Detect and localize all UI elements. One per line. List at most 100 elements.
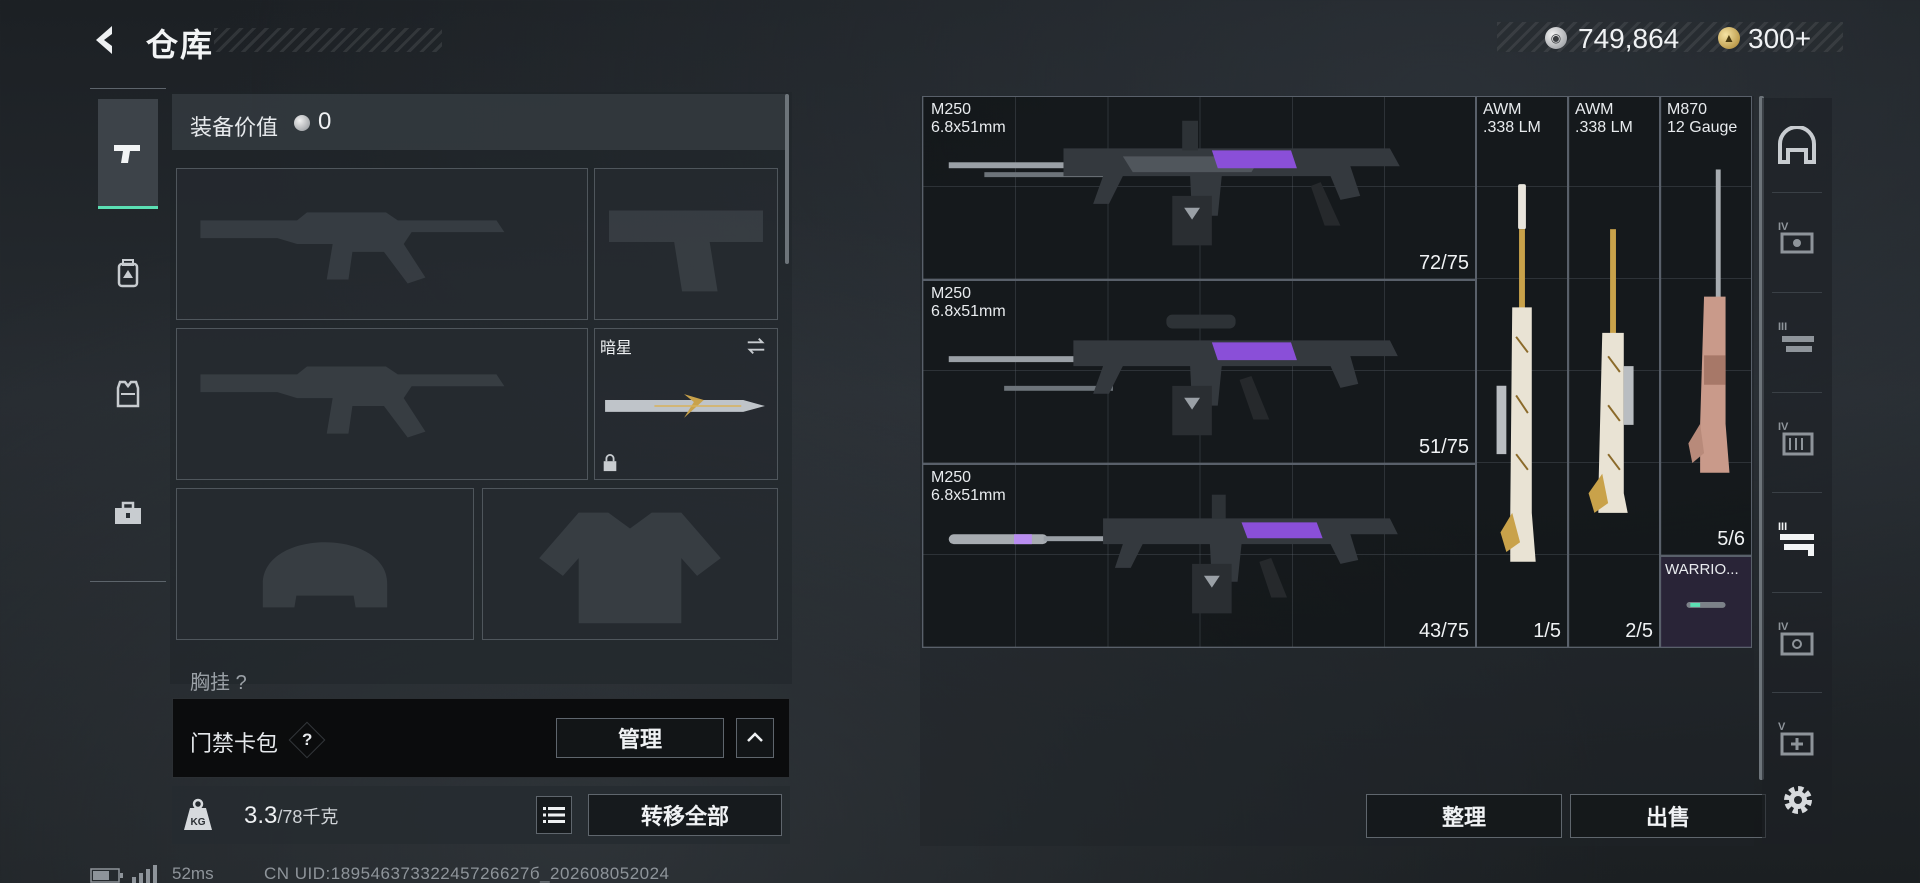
item-caliber: 6.8x51mm xyxy=(931,487,1006,504)
page-title: 仓库 xyxy=(146,27,215,63)
stash-item-awm-2[interactable]: AWM .338 LM 2/5 xyxy=(1568,96,1660,648)
settings-gear-icon[interactable] xyxy=(1776,778,1820,822)
vest-icon xyxy=(116,380,140,408)
svg-text:IV: IV xyxy=(1778,621,1789,633)
sidearm-slot[interactable] xyxy=(594,168,778,320)
battery-icon xyxy=(90,868,124,883)
nav-toolbox[interactable] xyxy=(98,459,158,569)
transfer-all-button[interactable]: 转移全部 xyxy=(588,794,782,836)
chest-rig-label-text: 胸挂 xyxy=(190,672,230,694)
medkit-tier-icon: V xyxy=(1778,721,1814,756)
help-symbol: ? xyxy=(301,729,313,749)
weight-kg-icon: KG xyxy=(180,796,216,832)
pistol-icon xyxy=(114,144,140,163)
chevron-up-icon xyxy=(747,732,763,742)
item-name: M250 6.8x51mm xyxy=(931,101,1006,137)
stash-item-awm-1[interactable]: AWM .338 LM 1/5 xyxy=(1476,96,1568,648)
list-view-button[interactable] xyxy=(536,796,572,834)
rack-tier-icon: III xyxy=(1778,321,1814,352)
item-caliber: 6.8x51mm xyxy=(931,303,1006,320)
rail-item-crate[interactable]: IV xyxy=(1772,214,1822,264)
svg-text:V: V xyxy=(1778,721,1786,733)
rifle-silhouette-icon xyxy=(200,366,505,438)
signal-strength-icon xyxy=(132,864,158,883)
svg-text:III: III xyxy=(1778,321,1787,333)
rifle-silhouette-icon xyxy=(200,212,505,284)
stash-item-warrior[interactable]: WARRIO... xyxy=(1660,556,1752,648)
chest-rig-label: 胸挂 ? xyxy=(190,666,247,695)
helmet-silhouette-icon xyxy=(262,542,388,608)
ping-readout: 52ms xyxy=(172,864,214,883)
primary-weapon-slot-1[interactable] xyxy=(176,168,588,320)
rail-item-medkit[interactable]: V xyxy=(1772,714,1822,764)
silver-coin-icon: ◉ xyxy=(1545,27,1567,49)
rail-item-weapon-rack-active[interactable]: III xyxy=(1772,514,1822,564)
item-name-text: M250 xyxy=(931,469,972,486)
m250-weapon-icon xyxy=(948,494,1398,614)
m870-shotgun-icon xyxy=(1688,169,1730,473)
shirt-silhouette-icon xyxy=(539,512,721,624)
m250-weapon-icon xyxy=(948,314,1398,436)
carry-weight: 3.3/78千克 xyxy=(244,802,338,830)
rail-item-safe[interactable]: IV xyxy=(1772,614,1822,664)
ammo-tier-icon: IV xyxy=(1778,421,1814,456)
collapse-button[interactable] xyxy=(736,718,774,758)
item-name: M870 12 Gauge xyxy=(1667,101,1737,137)
item-durability: 51/75 xyxy=(1418,436,1469,458)
item-name-text: AWM xyxy=(1575,101,1614,118)
swap-arrows-icon[interactable] xyxy=(745,335,767,357)
user-id: CN UID:18954637332245726627б_20260805202… xyxy=(264,864,670,883)
item-caliber: .338 LM xyxy=(1483,119,1541,136)
home-arch-icon xyxy=(1778,126,1816,164)
armor-slot[interactable] xyxy=(482,488,778,640)
item-name-text: M250 xyxy=(931,285,972,302)
value-coin-icon xyxy=(294,115,310,131)
list-icon xyxy=(543,807,565,823)
item-caliber: 12 Gauge xyxy=(1667,119,1738,136)
title-hatch-decoration xyxy=(214,28,442,52)
rail-item-ammo[interactable]: IV xyxy=(1772,414,1822,464)
item-durability: 2/5 xyxy=(1625,620,1653,642)
weight-max: /78千克 xyxy=(277,807,339,827)
gold-amount[interactable]: 300+ xyxy=(1748,23,1811,55)
toolbox-icon xyxy=(115,501,141,524)
primary-weapon-slot-2[interactable] xyxy=(176,328,588,480)
sell-button[interactable]: 出售 xyxy=(1570,794,1766,838)
rail-item-home[interactable] xyxy=(1772,122,1822,172)
rail-separator xyxy=(1772,292,1822,293)
weight-current: 3.3 xyxy=(244,802,278,829)
item-durability: 1/5 xyxy=(1533,620,1561,642)
rail-item-rack[interactable]: III xyxy=(1772,314,1822,364)
nav-backpack[interactable] xyxy=(98,219,158,329)
manage-button[interactable]: 管理 xyxy=(556,718,724,758)
weight-icon-text: KG xyxy=(191,817,206,828)
crate-tier-icon: IV xyxy=(1778,221,1814,254)
stash-item-m250-3[interactable]: M250 6.8x51mm 43/75 xyxy=(922,464,1476,648)
item-caliber: .338 LM xyxy=(1575,119,1633,136)
m250-weapon-icon xyxy=(948,120,1400,246)
weapon-rack-icon: III xyxy=(1778,521,1814,556)
back-arrow-icon[interactable] xyxy=(88,22,124,58)
stash-item-m250-1[interactable]: M250 6.8x51mm 72/75 xyxy=(922,96,1476,280)
stash-item-m250-2[interactable]: M250 6.8x51mm 51/75 xyxy=(922,280,1476,464)
rail-separator xyxy=(1772,592,1822,593)
nav-vest[interactable] xyxy=(98,339,158,449)
gold-coin-icon: ▲ xyxy=(1718,27,1740,49)
access-card-label: 门禁卡包 xyxy=(190,731,279,756)
stash-item-m870[interactable]: M870 12 Gauge 5/6 xyxy=(1660,96,1752,556)
rail-separator xyxy=(1772,492,1822,493)
item-name: AWM .338 LM xyxy=(1483,101,1541,137)
nav-weapons[interactable] xyxy=(98,99,158,209)
chest-rig-help-text: ? xyxy=(235,672,247,694)
item-durability: 5/6 xyxy=(1717,528,1745,550)
melee-weapon-name: 暗星 xyxy=(600,340,633,357)
helmet-slot[interactable] xyxy=(176,488,474,640)
awm-sniper-icon xyxy=(1496,184,1536,562)
safe-tier-icon: IV xyxy=(1778,621,1814,656)
item-name-text: M250 xyxy=(931,101,972,118)
loadout-scrollbar[interactable] xyxy=(785,94,789,264)
equipment-value-label: 装备价值 xyxy=(190,115,279,140)
sort-button[interactable]: 整理 xyxy=(1366,794,1562,838)
awm-sniper-icon xyxy=(1588,229,1634,513)
backpack-icon xyxy=(117,259,139,288)
